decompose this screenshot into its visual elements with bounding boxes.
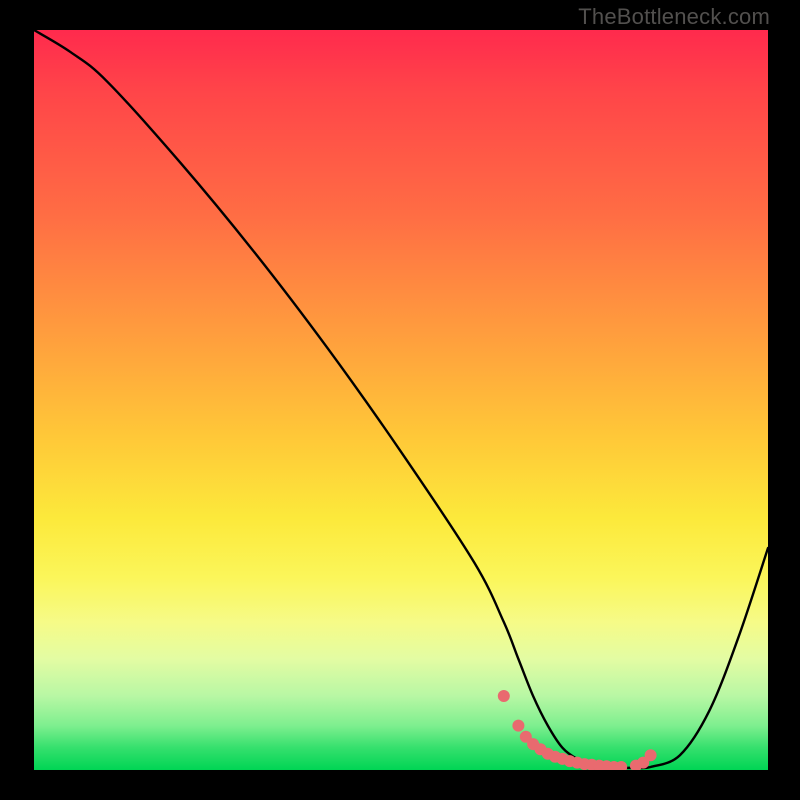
flat-bottom-dots-group	[498, 690, 657, 770]
flat-bottom-dot	[498, 690, 510, 702]
flat-bottom-dot	[645, 749, 657, 761]
curve-svg	[34, 30, 768, 770]
flat-bottom-dot	[512, 720, 524, 732]
bottleneck-curve-path	[34, 30, 768, 768]
chart-frame: TheBottleneck.com	[0, 0, 800, 800]
attribution-text: TheBottleneck.com	[578, 4, 770, 30]
plot-area	[34, 30, 768, 770]
